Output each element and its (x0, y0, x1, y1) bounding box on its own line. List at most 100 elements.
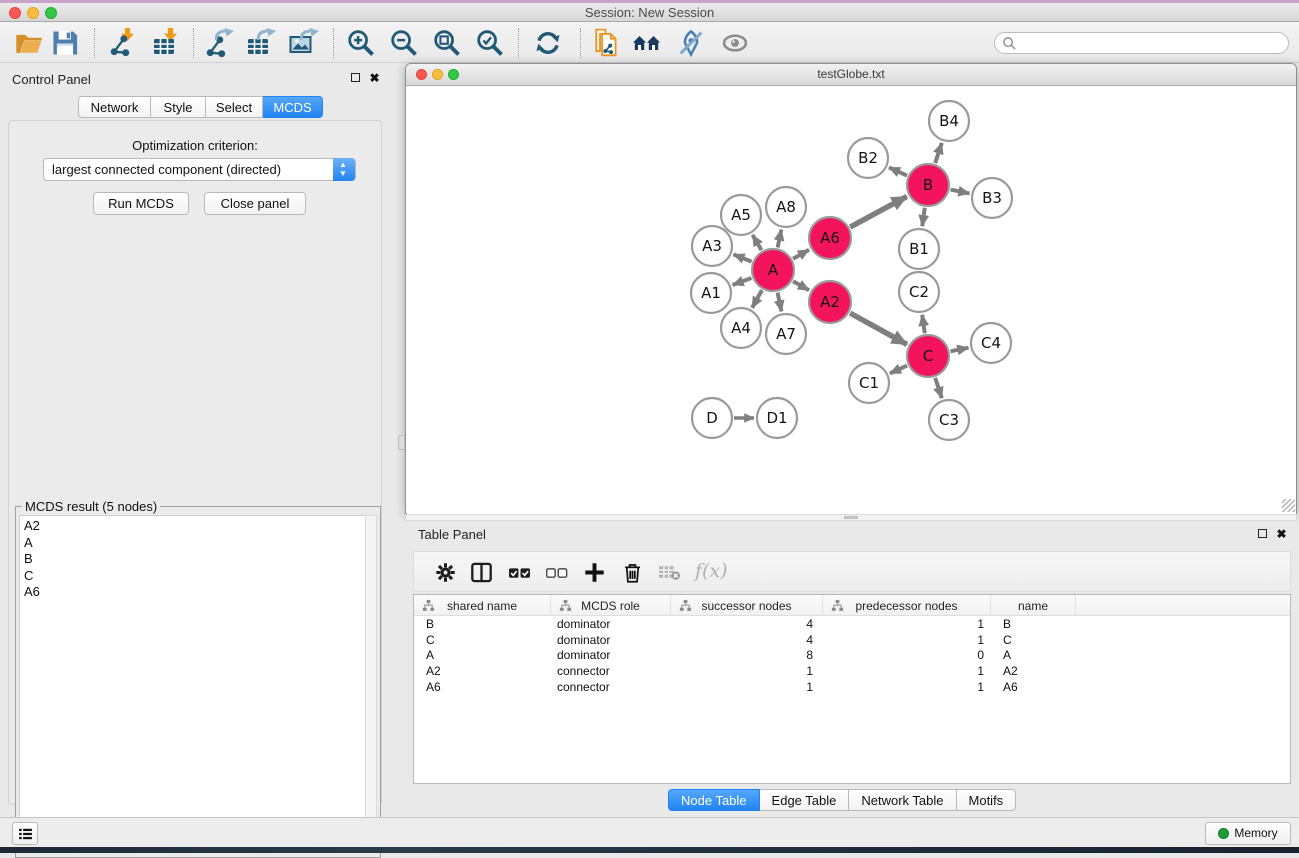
zoom-out-icon[interactable] (389, 28, 419, 58)
graph-node-A4[interactable]: A4 (721, 308, 761, 348)
graph-node-A1[interactable]: A1 (691, 273, 731, 313)
graph-edge-A-A4[interactable] (752, 290, 762, 308)
close-table-panel-icon[interactable]: ✖ (1275, 528, 1288, 541)
graph-edge-A2-C[interactable] (850, 313, 907, 344)
table-cell[interactable]: A6 (991, 679, 1076, 695)
tab-network-table[interactable]: Network Table (849, 789, 956, 811)
graph-node-B[interactable]: B (907, 164, 949, 206)
hide-graphics-details-icon[interactable] (676, 28, 706, 58)
graph-node-C[interactable]: C (907, 335, 949, 377)
task-history-button[interactable] (12, 822, 38, 845)
refresh-layout-icon[interactable] (533, 28, 563, 58)
graph-node-C2[interactable]: C2 (899, 272, 939, 312)
result-list-item[interactable]: C (24, 568, 365, 585)
gear-icon[interactable] (434, 561, 457, 584)
result-list-item[interactable]: A2 (24, 518, 365, 535)
graph-edge-A-A1[interactable] (733, 278, 752, 285)
tab-node-table[interactable]: Node Table (668, 789, 760, 811)
graph-edge-A-A7[interactable] (778, 293, 782, 312)
table-cell[interactable]: 1 (823, 616, 991, 632)
table-cell[interactable]: 8 (671, 647, 823, 663)
tab-network[interactable]: Network (78, 96, 151, 118)
deselect-all-icon[interactable] (545, 561, 568, 584)
splitter-handle[interactable] (398, 435, 405, 450)
graph-node-A6[interactable]: A6 (809, 217, 851, 259)
graph-edge-A-A2[interactable] (793, 281, 809, 290)
column-header-successor-nodes[interactable]: successor nodes (671, 595, 823, 615)
table-cell[interactable]: B (414, 616, 551, 632)
table-row[interactable]: Adominator80A (414, 647, 1290, 663)
run-mcds-button[interactable]: Run MCDS (93, 192, 189, 215)
export-table-icon[interactable] (246, 28, 276, 58)
table-cell[interactable]: C (991, 632, 1076, 648)
window-resize-grip[interactable] (1282, 499, 1295, 512)
trash-icon[interactable] (621, 561, 644, 584)
table-cell[interactable]: dominator (551, 616, 671, 632)
zoom-selected-icon[interactable] (475, 28, 505, 58)
table-cell[interactable]: 4 (671, 632, 823, 648)
graph-edge-C-C1[interactable] (890, 366, 907, 374)
graph-node-B2[interactable]: B2 (848, 138, 888, 178)
column-header-predecessor-nodes[interactable]: predecessor nodes (823, 595, 991, 615)
mcds-result-list[interactable]: A2ABCA6 (19, 515, 365, 851)
table-cell[interactable]: A2 (414, 663, 551, 679)
network-from-clipboard-icon[interactable] (592, 28, 622, 58)
table-row[interactable]: Cdominator41C (414, 632, 1290, 648)
eye-icon[interactable] (720, 28, 750, 58)
criterion-dropdown[interactable]: largest connected component (directed) ▲… (43, 158, 356, 181)
zoom-fit-icon[interactable] (432, 28, 462, 58)
table-rows[interactable]: Bdominator41BCdominator41CAdominator80AA… (414, 616, 1290, 694)
graph-node-C1[interactable]: C1 (849, 363, 889, 403)
table-cell[interactable]: 1 (671, 679, 823, 695)
table-cell[interactable]: 1 (823, 632, 991, 648)
network-graph[interactable]: B4B2BB3A5A8A6B1A3AC2A1A2A4A7C4CC1DD1C3 (407, 87, 1296, 514)
graph-node-D[interactable]: D (692, 398, 732, 438)
graph-node-C3[interactable]: C3 (929, 400, 969, 440)
select-all-icon[interactable] (508, 561, 531, 584)
graph-node-D1[interactable]: D1 (757, 398, 797, 438)
search-field[interactable] (994, 32, 1289, 54)
graph-edge-A6-B[interactable] (850, 196, 907, 227)
close-panel-button[interactable]: Close panel (204, 192, 306, 215)
graph-node-A2[interactable]: A2 (809, 281, 851, 323)
float-table-panel-icon[interactable] (1256, 528, 1269, 541)
graph-edge-C-C3[interactable] (935, 378, 942, 398)
table-cell[interactable]: C (414, 632, 551, 648)
result-list-item[interactable]: B (24, 551, 365, 568)
graph-node-A7[interactable]: A7 (766, 314, 806, 354)
graph-edge-A-A3[interactable] (733, 254, 751, 261)
table-cell[interactable]: 1 (823, 679, 991, 695)
table-cell[interactable]: dominator (551, 632, 671, 648)
horizontal-scrollbar[interactable] (405, 514, 1297, 521)
columns-icon[interactable] (470, 561, 493, 584)
table-row[interactable]: Bdominator41B (414, 616, 1290, 632)
graph-node-A5[interactable]: A5 (721, 195, 761, 235)
table-cell[interactable]: A6 (414, 679, 551, 695)
table-cell[interactable]: connector (551, 679, 671, 695)
graph-edge-C-C4[interactable] (951, 348, 969, 352)
tab-motifs[interactable]: Motifs (957, 789, 1017, 811)
network-canvas[interactable]: B4B2BB3A5A8A6B1A3AC2A1A2A4A7C4CC1DD1C3 (407, 87, 1296, 514)
result-list-item[interactable]: A6 (24, 584, 365, 601)
graph-edge-B-B2[interactable] (889, 167, 907, 175)
tab-edge-table[interactable]: Edge Table (760, 789, 850, 811)
graph-node-B1[interactable]: B1 (899, 229, 939, 269)
column-header-shared-name[interactable]: shared name (414, 595, 551, 615)
table-cell[interactable]: A (414, 647, 551, 663)
graph-edge-B-B3[interactable] (951, 190, 970, 194)
graph-edge-A-A6[interactable] (793, 250, 809, 259)
double-house-icon[interactable] (632, 28, 662, 58)
table-cell[interactable]: A (991, 647, 1076, 663)
node-table[interactable]: shared name MCDS role successor nodes pr… (413, 594, 1291, 784)
add-row-icon[interactable] (583, 561, 606, 584)
graph-node-A[interactable]: A (752, 249, 794, 291)
save-session-icon[interactable] (50, 28, 80, 58)
result-list-item[interactable]: A (24, 535, 365, 552)
graph-node-B3[interactable]: B3 (972, 178, 1012, 218)
graph-edge-A-A5[interactable] (753, 235, 762, 250)
result-scrollbar[interactable] (365, 515, 377, 851)
table-cell[interactable]: 1 (823, 663, 991, 679)
table-row[interactable]: A2connector11A2 (414, 663, 1290, 679)
graph-node-A8[interactable]: A8 (766, 187, 806, 227)
scrollbar-thumb[interactable] (844, 516, 858, 519)
